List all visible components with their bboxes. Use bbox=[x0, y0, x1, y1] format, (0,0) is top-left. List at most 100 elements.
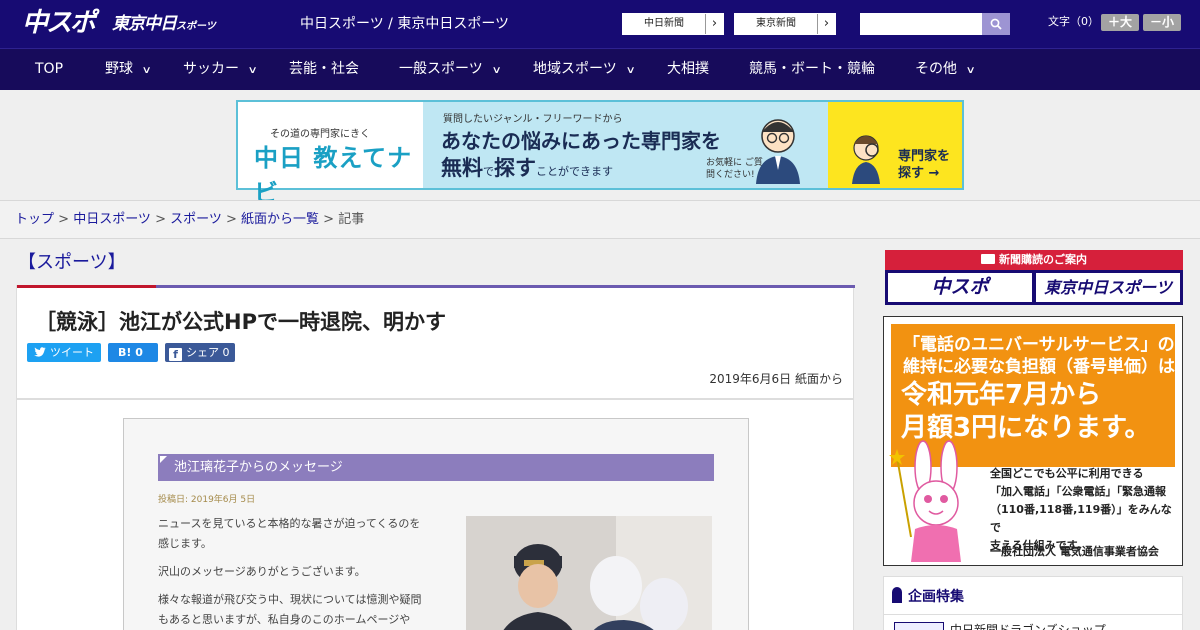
ad-text-line: 全国どこでも公平に利用できる bbox=[990, 467, 1144, 480]
main-nav: TOP 野球 ∨ サッカー ∨ 芸能・社会 一般スポーツ ∨ 地域スポーツ ∨ 大相撲 … bbox=[0, 48, 1200, 90]
chevron-right-icon: › bbox=[817, 14, 835, 34]
banner-can: ことができます bbox=[536, 165, 613, 178]
banner-line1: 質問したいジャンル・フリーワードから bbox=[443, 114, 623, 125]
feature-box: 企画特集 中日新聞ドラゴンズショップ bbox=[883, 576, 1183, 630]
nav-item-other[interactable]: その他 ∨ bbox=[915, 49, 976, 90]
banner-line3: 無料で探すことができます bbox=[441, 152, 613, 182]
banner-cta-line2: 探す → bbox=[898, 166, 940, 181]
feature-header-text: 企画特集 bbox=[908, 589, 964, 605]
ad-title: 「電話のユニバーサルサービス」の 維持に必要な負担額（番号単価）は bbox=[903, 334, 1175, 378]
banner-cta-area[interactable]: 専門家を探す → bbox=[828, 102, 962, 188]
banner-line2: あなたの悩みにあった専門家を bbox=[441, 129, 721, 153]
site-header: 中スポ 東京中日スポーツ 中日スポーツ / 東京中日スポーツ 中日新聞 › 東京… bbox=[0, 0, 1200, 48]
accent-bar-red bbox=[17, 285, 156, 288]
tokyo-chunichi-logo[interactable]: 東京中日スポーツ bbox=[112, 10, 216, 41]
chevron-down-icon: ∨ bbox=[491, 65, 502, 76]
breadcrumb-paper-list[interactable]: 紙面から一覧 bbox=[241, 212, 319, 227]
tokyo-chunichi-logo-small: スポーツ bbox=[176, 21, 216, 32]
chevron-down-icon: ∨ bbox=[625, 65, 636, 76]
corner-mark-icon bbox=[160, 456, 167, 463]
banner-cta: 専門家を探す → bbox=[898, 148, 950, 182]
banner-free: 無料 bbox=[441, 156, 483, 180]
nav-label: 大相撲 bbox=[667, 61, 709, 77]
nav-item-entertainment[interactable]: 芸能・社会 bbox=[289, 49, 359, 90]
message-text: 沢山のメッセージありがとうございます。 bbox=[158, 565, 366, 578]
breadcrumb-sep: > bbox=[221, 212, 242, 227]
chevron-down-icon: ∨ bbox=[247, 65, 258, 76]
nav-item-regional-sports[interactable]: 地域スポーツ ∨ bbox=[533, 49, 636, 90]
section-label: 【スポーツ】 bbox=[18, 252, 126, 273]
nav-label: 競馬・ボート・競輪 bbox=[749, 61, 875, 77]
tokyo-shimbun-link[interactable]: 東京新聞 › bbox=[734, 13, 836, 35]
photo-of-swimmer bbox=[466, 516, 712, 630]
banner-de: で bbox=[483, 165, 494, 178]
banner-search: 探す bbox=[494, 156, 536, 180]
universal-service-ad[interactable]: 「電話のユニバーサルサービス」の 維持に必要な負担額（番号単価）は 令和元年7月か… bbox=[883, 316, 1183, 566]
ad-title-line1: 「電話のユニバーサルサービス」の bbox=[903, 335, 1175, 355]
breadcrumb: トップ > 中日スポーツ > スポーツ > 紙面から一覧 > 記事 bbox=[15, 211, 364, 229]
ad-text-line: （110番,118番,119番）」をみんなで bbox=[990, 503, 1172, 534]
chunichi-shimbun-link[interactable]: 中日新聞 › bbox=[622, 13, 724, 35]
nav-item-baseball[interactable]: 野球 ∨ bbox=[105, 49, 152, 90]
nav-item-general-sports[interactable]: 一般スポーツ ∨ bbox=[399, 49, 502, 90]
facebook-share-button[interactable]: f シェア 0 bbox=[165, 343, 235, 362]
tweet-label: ツイート bbox=[50, 346, 94, 359]
twitter-icon bbox=[34, 347, 46, 357]
article-image[interactable]: 池江璃花子からのメッセージ 投稿日: 2019年6月 5日 ニュースを見ていると… bbox=[123, 418, 749, 630]
publish-date: 2019年6月6日 bbox=[709, 372, 792, 386]
search-input[interactable] bbox=[860, 13, 982, 35]
chuspo-logo[interactable]: 中スポ bbox=[22, 4, 96, 42]
message-text: 様々な報道が飛び交う中、現状については憶測や疑問 bbox=[158, 593, 422, 606]
font-smaller-button[interactable]: －小 bbox=[1143, 14, 1181, 31]
font-bigger-button[interactable]: ＋大 bbox=[1101, 14, 1139, 31]
tweet-button[interactable]: ツイート bbox=[27, 343, 101, 362]
nav-label: TOP bbox=[35, 61, 64, 77]
nav-item-sumo[interactable]: 大相撲 bbox=[667, 49, 709, 90]
message-text: 感じます。 bbox=[158, 537, 212, 550]
feature-item-link[interactable]: 中日新聞ドラゴンズショップ bbox=[950, 621, 1106, 630]
subscribe-chuspo-button[interactable]: 中スポ bbox=[888, 273, 1032, 302]
message-text: ニュースを見ていると本格的な暑さが迫ってくるのを bbox=[158, 517, 421, 530]
breadcrumb-chunichi-sports[interactable]: 中日スポーツ bbox=[73, 212, 151, 227]
breadcrumb-bar: トップ > 中日スポーツ > スポーツ > 紙面から一覧 > 記事 bbox=[0, 200, 1200, 239]
ad-title-line2: 維持に必要な負担額（番号単価）は bbox=[903, 357, 1175, 377]
nav-item-racing[interactable]: 競馬・ボート・競輪 bbox=[749, 49, 875, 90]
breadcrumb-sep: > bbox=[150, 212, 171, 227]
subscribe-tochu-button[interactable]: 東京中日スポーツ bbox=[1036, 273, 1180, 302]
ad-organization: 一般社団法人 電気通信事業者協会 bbox=[990, 545, 1159, 558]
nav-label: サッカー bbox=[183, 61, 239, 77]
ad-big-text: 令和元年7月から 月額3円になります。 bbox=[901, 379, 1151, 445]
rabbit-mascot-icon bbox=[889, 440, 961, 562]
hatena-label: B! 0 bbox=[118, 346, 143, 359]
site-title: 中日スポーツ / 東京中日スポーツ bbox=[300, 16, 510, 32]
message-date: 投稿日: 2019年6月 5日 bbox=[158, 495, 256, 505]
accent-bar-purple bbox=[156, 285, 855, 288]
nav-item-top[interactable]: TOP bbox=[35, 49, 63, 90]
nav-label: 野球 bbox=[105, 61, 133, 77]
facebook-share-label: シェア 0 bbox=[186, 346, 230, 359]
chevron-down-icon: ∨ bbox=[965, 65, 976, 76]
hatena-bookmark-button[interactable]: B! 0 bbox=[108, 343, 158, 362]
subscription-box: 新聞購読のご案内 中スポ 東京中日スポーツ bbox=[885, 250, 1183, 305]
feature-thumbnail[interactable] bbox=[894, 622, 944, 630]
publish-source: 紙面から bbox=[794, 372, 843, 386]
nav-item-soccer[interactable]: サッカー ∨ bbox=[183, 49, 258, 90]
nav-label: 一般スポーツ bbox=[399, 61, 483, 77]
oshiete-navi-banner[interactable]: その道の専門家にきく 中日 教えてナビ 質問したいジャンル・フリーワードから あ… bbox=[236, 100, 964, 207]
message-title: 池江璃花子からのメッセージ bbox=[174, 460, 343, 475]
nav-label: 芸能・社会 bbox=[289, 61, 359, 77]
breadcrumb-current: 記事 bbox=[338, 212, 365, 227]
chunichi-shimbun-label: 中日新聞 bbox=[644, 18, 684, 29]
breadcrumb-sports[interactable]: スポーツ bbox=[170, 212, 222, 227]
banner-brand: 中日 教えてナビ bbox=[254, 144, 413, 207]
banner-cta-line1: 専門家を bbox=[898, 149, 951, 164]
tokyo-shimbun-label: 東京新聞 bbox=[756, 18, 796, 29]
search-button[interactable] bbox=[982, 13, 1010, 35]
facebook-icon: f bbox=[169, 348, 182, 361]
nav-label: 地域スポーツ bbox=[533, 61, 617, 77]
divider bbox=[884, 614, 1182, 615]
tokyo-chunichi-logo-text: 東京中日 bbox=[112, 14, 177, 34]
banner-brand-area: その道の専門家にきく 中日 教えてナビ bbox=[238, 102, 423, 207]
breadcrumb-top[interactable]: トップ bbox=[15, 212, 54, 227]
chevron-down-icon: ∨ bbox=[141, 65, 152, 76]
